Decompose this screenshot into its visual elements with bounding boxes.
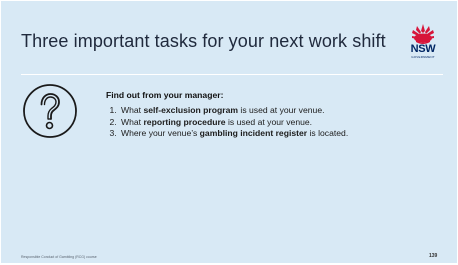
title-bar: Three important tasks for your next work… [1, 1, 457, 75]
task-list: What self-exclusion program is used at y… [106, 105, 446, 140]
government-wordmark: GOVERNMENT [411, 55, 435, 59]
slide: Three important tasks for your next work… [1, 1, 457, 263]
task-content: Find out from your manager: What self-ex… [106, 90, 446, 140]
task-item: What self-exclusion program is used at y… [119, 105, 446, 117]
lead-text: Find out from your manager: [106, 90, 224, 100]
waratah-flower-icon [412, 24, 434, 44]
title-divider [21, 74, 443, 75]
page-number: 139 [429, 253, 438, 259]
slide-title: Three important tasks for your next work… [21, 31, 386, 51]
question-mark-circle-icon [23, 84, 77, 138]
nsw-wordmark: NSW [410, 43, 436, 55]
footer-course-name: Responsible Conduct of Gambling (RCG) co… [21, 255, 97, 259]
task-item: Where your venue’s gambling incident reg… [119, 128, 446, 140]
nsw-government-logo: NSW GOVERNMENT [404, 22, 442, 62]
task-item: What reporting procedure is used at your… [119, 117, 446, 129]
